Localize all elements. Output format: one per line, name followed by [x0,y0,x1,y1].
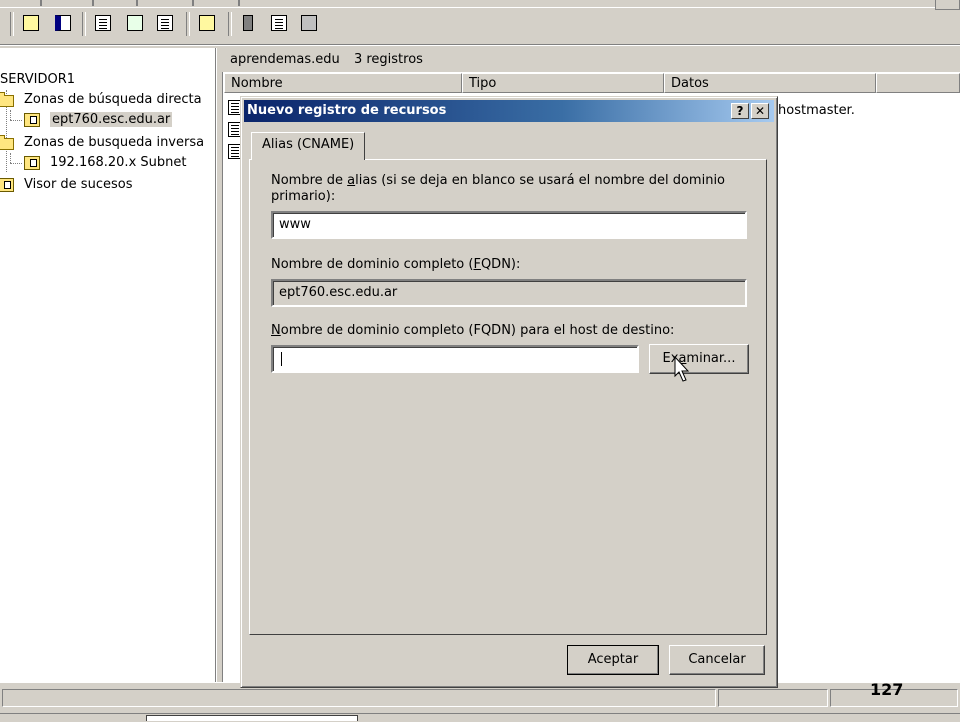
fqdn-label: Nombre de dominio completo (FQDN): [271,257,521,272]
close-button[interactable]: ✕ [751,103,769,119]
ok-button[interactable]: Aceptar [567,645,659,675]
target-host-input[interactable] [271,345,639,373]
tree-item-server[interactable]: SERVIDOR1 [0,70,75,90]
console-tree[interactable]: SERVIDOR1 Zonas de búsqueda directa ept7… [0,48,216,682]
event-viewer-icon [0,178,14,192]
show-hide-tree-icon[interactable] [52,12,76,36]
button-label: Aceptar [587,652,639,667]
record-data-cell: hostmaster. [778,103,855,118]
dialog-title: Nuevo registro de recursos [247,103,447,118]
column-header-name[interactable]: Nombre [224,73,462,93]
alias-input[interactable]: www [271,211,747,239]
button-label: Cancelar [688,652,746,667]
zone-icon [24,156,40,170]
browse-button[interactable]: Examinar... [649,344,749,374]
folder-icon [0,135,14,150]
toolbar-divider [0,44,960,46]
tree-item-label: Visor de sucesos [24,177,133,192]
column-header-type[interactable]: Tipo [462,73,664,93]
refresh-icon[interactable] [124,12,148,36]
export-list-icon[interactable] [154,12,178,36]
up-one-level-icon[interactable] [20,12,44,36]
toolbar [0,0,960,46]
window-control-remnant [935,0,960,10]
fqdn-value: ept760.esc.edu.ar [279,285,398,300]
tree-item-forward-zones[interactable]: Zonas de búsqueda directa [24,90,202,110]
fqdn-field: ept760.esc.edu.ar [271,279,747,307]
folder-icon [0,92,14,107]
column-header-empty [876,73,960,93]
record-icon[interactable] [238,12,262,36]
tab-alias-cname[interactable]: Alias (CNAME) [251,132,365,160]
tree-item-ept760-zone[interactable]: ept760.esc.edu.ar [50,110,173,130]
tree-item-label: ept760.esc.edu.ar [50,112,173,127]
column-label: Nombre [231,76,283,91]
new-resource-record-dialog: Nuevo registro de recursos ? ✕ Alias (CN… [240,96,778,688]
record-count: 3 registros [353,52,423,67]
menu-bar-remnant [0,0,935,8]
help-icon: ? [736,104,744,118]
column-header-data[interactable]: Datos [664,73,876,93]
dialog-title-bar[interactable]: Nuevo registro de recursos ? ✕ [244,100,774,122]
tree-item-subnet-zone[interactable]: 192.168.20.x Subnet [50,153,186,173]
properties-icon[interactable] [92,12,116,36]
tree-item-event-viewer[interactable]: Visor de sucesos [24,175,132,195]
tree-item-reverse-zones[interactable]: Zonas de busqueda inversa [24,133,204,153]
close-icon: ✕ [754,104,766,118]
mouse-cursor-icon [674,356,690,382]
target-host-label: Nombre de dominio completo (FQDN) para e… [271,323,675,338]
zone-name: aprendemas.edu [230,52,340,67]
tree-item-label: Zonas de busqueda inversa [24,135,205,150]
new-record-icon[interactable] [268,12,292,36]
alias-label: Nombre de alias (si se deja en blanco se… [271,173,726,204]
column-label: Tipo [469,76,497,91]
new-domain-icon[interactable] [298,12,322,36]
cancel-button[interactable]: Cancelar [669,645,765,675]
help-button[interactable]: ? [731,103,749,119]
tree-item-label: SERVIDOR1 [0,72,76,87]
alias-value: www [279,217,311,232]
page-number: 127 [870,680,904,699]
column-label: Datos [671,76,709,91]
text-caret [281,352,282,366]
zone-icon [24,113,40,127]
tree-item-label: Zonas de búsqueda directa [24,92,202,107]
tab-label: Alias (CNAME) [262,137,355,152]
results-header: aprendemas.edu 3 registros [222,48,960,72]
help-icon[interactable] [196,12,220,36]
tree-item-label: 192.168.20.x Subnet [50,155,187,170]
